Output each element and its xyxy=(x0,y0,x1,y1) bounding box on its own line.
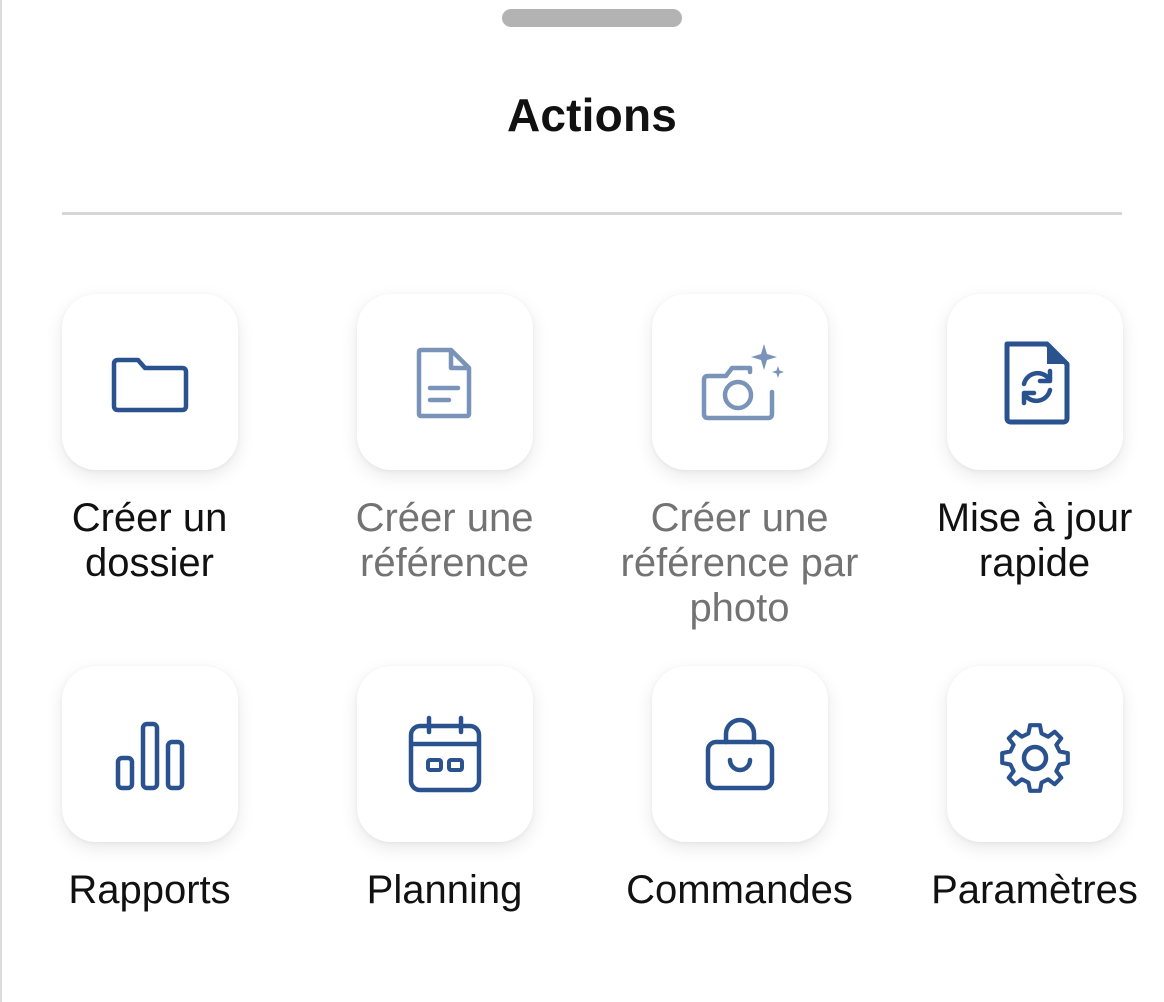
document-icon xyxy=(416,347,471,419)
sheet-title: Actions xyxy=(506,89,678,141)
action-orders[interactable]: Commandes xyxy=(592,666,887,913)
action-label: Créer un dossier xyxy=(71,496,228,585)
action-tile-button[interactable] xyxy=(61,666,238,842)
action-tile-button[interactable] xyxy=(61,294,238,470)
shopping-bag-icon xyxy=(705,717,774,791)
action-settings[interactable]: Paramètres xyxy=(887,666,1164,913)
action-label: Créer une référence par photo xyxy=(620,496,859,630)
action-label: Commandes xyxy=(626,868,853,912)
action-quick-update[interactable]: Mise à jour rapide xyxy=(887,294,1164,586)
folder-icon xyxy=(111,357,188,413)
action-label: Rapports xyxy=(68,868,231,912)
action-label: Créer une référence xyxy=(355,496,534,585)
sheet-grabber-handle[interactable] xyxy=(502,9,682,27)
action-label: Planning xyxy=(366,868,523,912)
gear-icon xyxy=(999,723,1070,793)
calendar-icon xyxy=(408,715,481,793)
bar-chart-icon xyxy=(115,721,184,791)
actions-sheet: Actions Créer un dossier Créer une référ… xyxy=(0,0,1164,1002)
action-label: Paramètres xyxy=(931,868,1138,912)
action-tile-button[interactable] xyxy=(946,666,1123,842)
action-create-folder[interactable]: Créer un dossier xyxy=(2,294,297,586)
action-reports[interactable]: Rapports xyxy=(2,666,297,913)
action-tile-button[interactable] xyxy=(356,666,533,842)
title-divider xyxy=(62,212,1122,215)
file-sync-icon xyxy=(1004,341,1069,425)
camera-sparkle-icon xyxy=(701,344,784,421)
action-planning[interactable]: Planning xyxy=(297,666,592,913)
action-tile-button[interactable] xyxy=(946,294,1123,470)
action-tile-button[interactable] xyxy=(651,294,828,470)
action-create-reference-photo[interactable]: Créer une référence par photo xyxy=(592,294,887,631)
action-create-reference[interactable]: Créer une référence xyxy=(297,294,592,586)
action-tile-button[interactable] xyxy=(356,294,533,470)
action-label: Mise à jour rapide xyxy=(936,496,1133,585)
action-tile-button[interactable] xyxy=(651,666,828,842)
